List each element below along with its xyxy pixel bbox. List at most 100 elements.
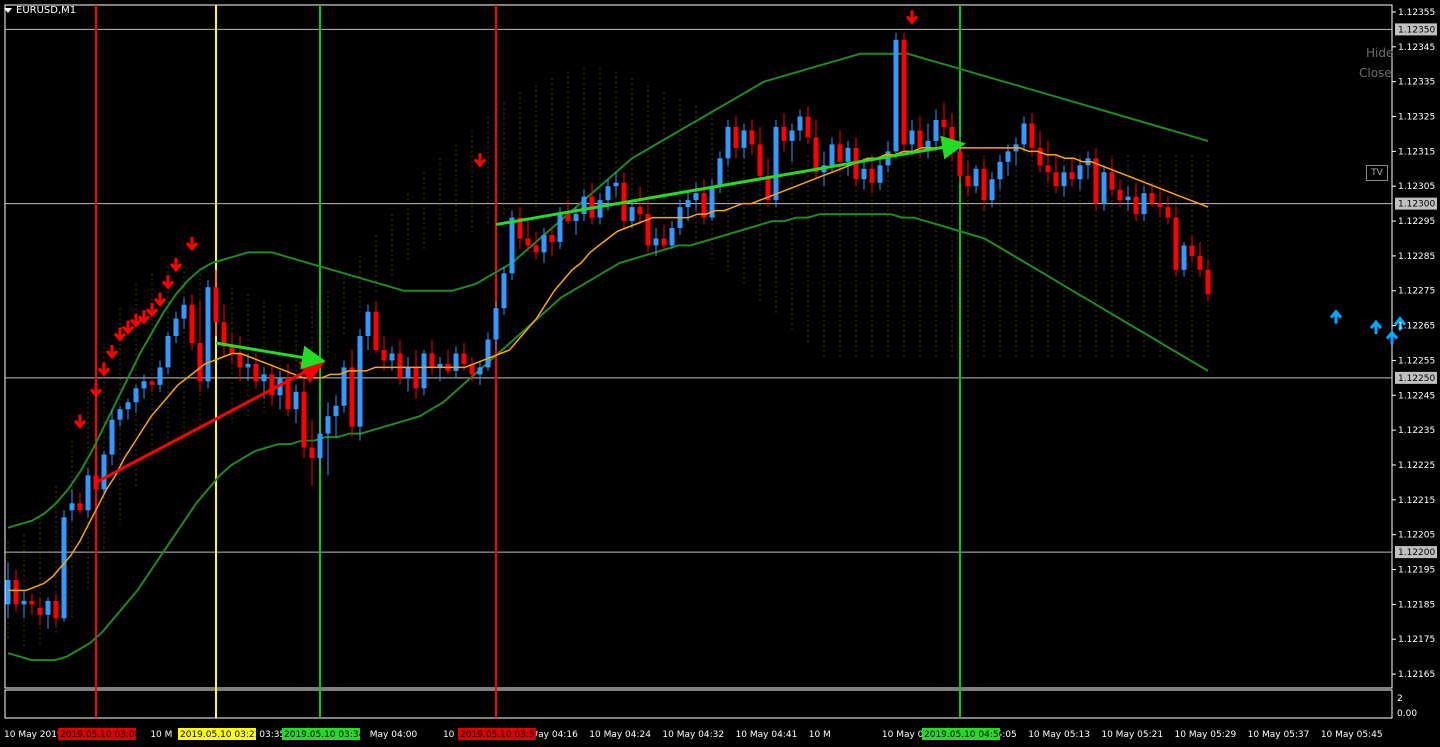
- bull-candle: [557, 214, 563, 242]
- y-tick-label: 1.12255: [1398, 356, 1435, 366]
- bull-candle: [909, 130, 915, 145]
- bull-candle: [85, 475, 91, 511]
- bull-candle: [861, 168, 867, 180]
- bull-candle: [205, 287, 211, 382]
- sell-signal-icon: [97, 362, 111, 377]
- sell-signal-icon: [473, 153, 487, 168]
- bull-candle: [717, 158, 723, 187]
- x-tick-label: 10 May 05:29: [1175, 730, 1237, 740]
- bear-candle: [37, 607, 43, 615]
- bear-candle: [661, 238, 667, 246]
- y-tick-label: 1.12165: [1398, 670, 1435, 680]
- chart-canvas[interactable]: 2 0.00 1.12355 1.12345 1.12335 1.12325 1.12315…: [0, 0, 1440, 747]
- marker-time-label: 2019.05.10 03:21: [180, 730, 260, 740]
- bear-candle: [1157, 203, 1163, 208]
- bear-candle: [269, 374, 275, 396]
- close-button[interactable]: Close: [1359, 66, 1392, 80]
- y-tick-label: 1.12195: [1398, 566, 1435, 576]
- bull-candle: [773, 126, 779, 201]
- bear-candle: [525, 238, 531, 246]
- marker-time-label: 2019.05.10 04:56: [924, 730, 1005, 740]
- bull-candle: [509, 217, 515, 274]
- marker-time-label: 2019.05.10 03:34: [284, 730, 365, 740]
- x-tick-label: 10 May 05:37: [1248, 730, 1310, 740]
- bear-candle: [237, 353, 243, 368]
- buy-signal-icon: [1385, 330, 1399, 345]
- price-level-label: 1.12300: [1398, 200, 1435, 210]
- bear-candle: [429, 353, 435, 368]
- bear-candle: [733, 126, 739, 148]
- bull-candle: [493, 308, 499, 340]
- bull-candle: [365, 311, 371, 337]
- bull-candle: [1061, 172, 1067, 187]
- bear-candle: [197, 343, 203, 382]
- bull-candle: [933, 119, 939, 141]
- bull-candle: [405, 367, 411, 378]
- bear-candle: [373, 311, 379, 350]
- buy-signal-icon: [1369, 319, 1383, 335]
- bear-candle: [901, 39, 907, 145]
- bear-candle: [781, 126, 787, 141]
- bear-candle: [565, 214, 571, 222]
- sell-signal-icon: [129, 313, 143, 328]
- bull-candle: [973, 168, 979, 187]
- bull-candle: [141, 381, 147, 389]
- bear-candle: [1045, 165, 1051, 173]
- bull-candle: [5, 579, 11, 605]
- bull-candle: [125, 402, 131, 410]
- bull-candle: [829, 144, 835, 166]
- x-tick-label: 10 May 04:24: [589, 730, 651, 740]
- bear-candle: [957, 151, 963, 176]
- bear-candle: [53, 600, 59, 619]
- bear-candle: [637, 207, 643, 215]
- bull-candle: [989, 179, 995, 201]
- bear-candle: [1189, 245, 1195, 256]
- chart-window[interactable]: 2 0.00 1.12355 1.12345 1.12335 1.12325 1.12315…: [0, 0, 1440, 747]
- bull-candle: [101, 454, 107, 490]
- bull-candle: [69, 503, 75, 511]
- hide-button[interactable]: Hide: [1366, 46, 1393, 60]
- bear-candle: [397, 353, 403, 378]
- bull-candle: [485, 339, 491, 368]
- bull-candle: [541, 234, 547, 253]
- bull-candle: [997, 161, 1003, 180]
- x-tick-label: 10 May 04:41: [736, 730, 798, 740]
- dropdown-triangle-icon[interactable]: [4, 8, 12, 13]
- y-tick-label: 1.12205: [1398, 531, 1435, 541]
- symbol-tab[interactable]: EURUSD,M1: [4, 5, 76, 16]
- bull-candle: [1005, 151, 1011, 162]
- bear-candle: [965, 175, 971, 187]
- bull-candle: [333, 405, 339, 417]
- upper-band-line: [7, 52, 1209, 529]
- bull-candle: [613, 182, 619, 187]
- subwindow-scale-bottom: 0.00: [1397, 709, 1417, 719]
- sell-signal-icon: [169, 257, 183, 273]
- sell-signal-icon: [905, 10, 919, 25]
- bull-candle: [293, 391, 299, 410]
- bull-candle: [453, 353, 459, 371]
- y-tick-label: 1.12215: [1398, 496, 1435, 506]
- y-tick-label: 1.12275: [1398, 287, 1435, 297]
- bull-candle: [389, 353, 395, 361]
- bull-candle: [1077, 165, 1083, 180]
- x-tick-label: May 04:00: [370, 730, 418, 740]
- bull-candle: [181, 304, 187, 319]
- bull-candle: [117, 409, 123, 420]
- y-tick-label: 1.12245: [1398, 391, 1435, 401]
- sell-signal-icon: [105, 344, 119, 360]
- sell-signal-icon: [185, 236, 199, 252]
- y-tick-label: 1.12315: [1398, 147, 1435, 157]
- bull-candle: [925, 140, 931, 148]
- y-tick-label: 1.12285: [1398, 252, 1435, 262]
- bear-candle: [309, 447, 315, 459]
- bull-candle: [1181, 245, 1187, 270]
- bear-candle: [1149, 193, 1155, 204]
- bear-candle: [805, 116, 811, 138]
- bull-candle: [261, 374, 267, 382]
- bull-candle: [893, 39, 899, 152]
- x-tick-label: 10 M: [150, 730, 172, 740]
- tv-button[interactable]: TV: [1366, 165, 1388, 181]
- bear-candle: [189, 304, 195, 344]
- bear-candle: [757, 144, 763, 176]
- sell-signal-icon: [145, 303, 159, 318]
